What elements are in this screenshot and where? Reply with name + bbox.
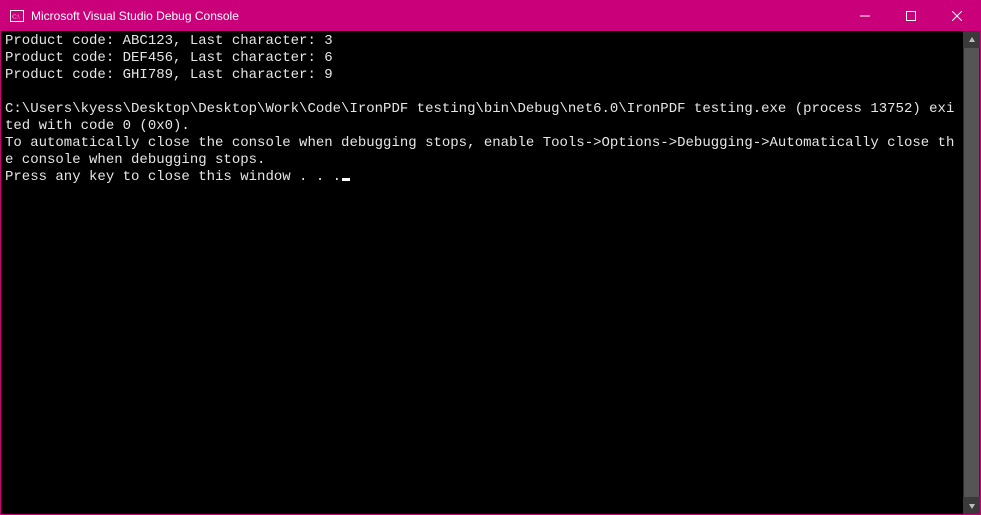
client-area: Product code: ABC123, Last character: 3 … (1, 31, 980, 514)
console-line: To automatically close the console when … (5, 135, 954, 168)
console-window: C:\ Microsoft Visual Studio Debug Consol… (0, 0, 981, 515)
vertical-scrollbar[interactable] (963, 31, 980, 514)
scroll-track[interactable] (963, 48, 980, 497)
svg-text:C:\: C:\ (12, 15, 20, 21)
window-controls (842, 1, 980, 31)
console-line: C:\Users\kyess\Desktop\Desktop\Work\Code… (5, 101, 954, 134)
window-title: Microsoft Visual Studio Debug Console (31, 9, 239, 23)
scroll-thumb[interactable] (964, 48, 979, 497)
console-line: Product code: GHI789, Last character: 9 (5, 67, 333, 83)
console-line: Press any key to close this window . . . (5, 169, 341, 185)
text-cursor (342, 178, 350, 181)
scroll-up-button[interactable] (963, 31, 980, 48)
titlebar[interactable]: C:\ Microsoft Visual Studio Debug Consol… (1, 1, 980, 31)
console-output[interactable]: Product code: ABC123, Last character: 3 … (1, 31, 963, 514)
scroll-down-button[interactable] (963, 497, 980, 514)
console-line: Product code: ABC123, Last character: 3 (5, 33, 333, 49)
maximize-button[interactable] (888, 1, 934, 31)
close-button[interactable] (934, 1, 980, 31)
app-icon: C:\ (9, 8, 25, 24)
minimize-button[interactable] (842, 1, 888, 31)
console-line: Product code: DEF456, Last character: 6 (5, 50, 333, 66)
